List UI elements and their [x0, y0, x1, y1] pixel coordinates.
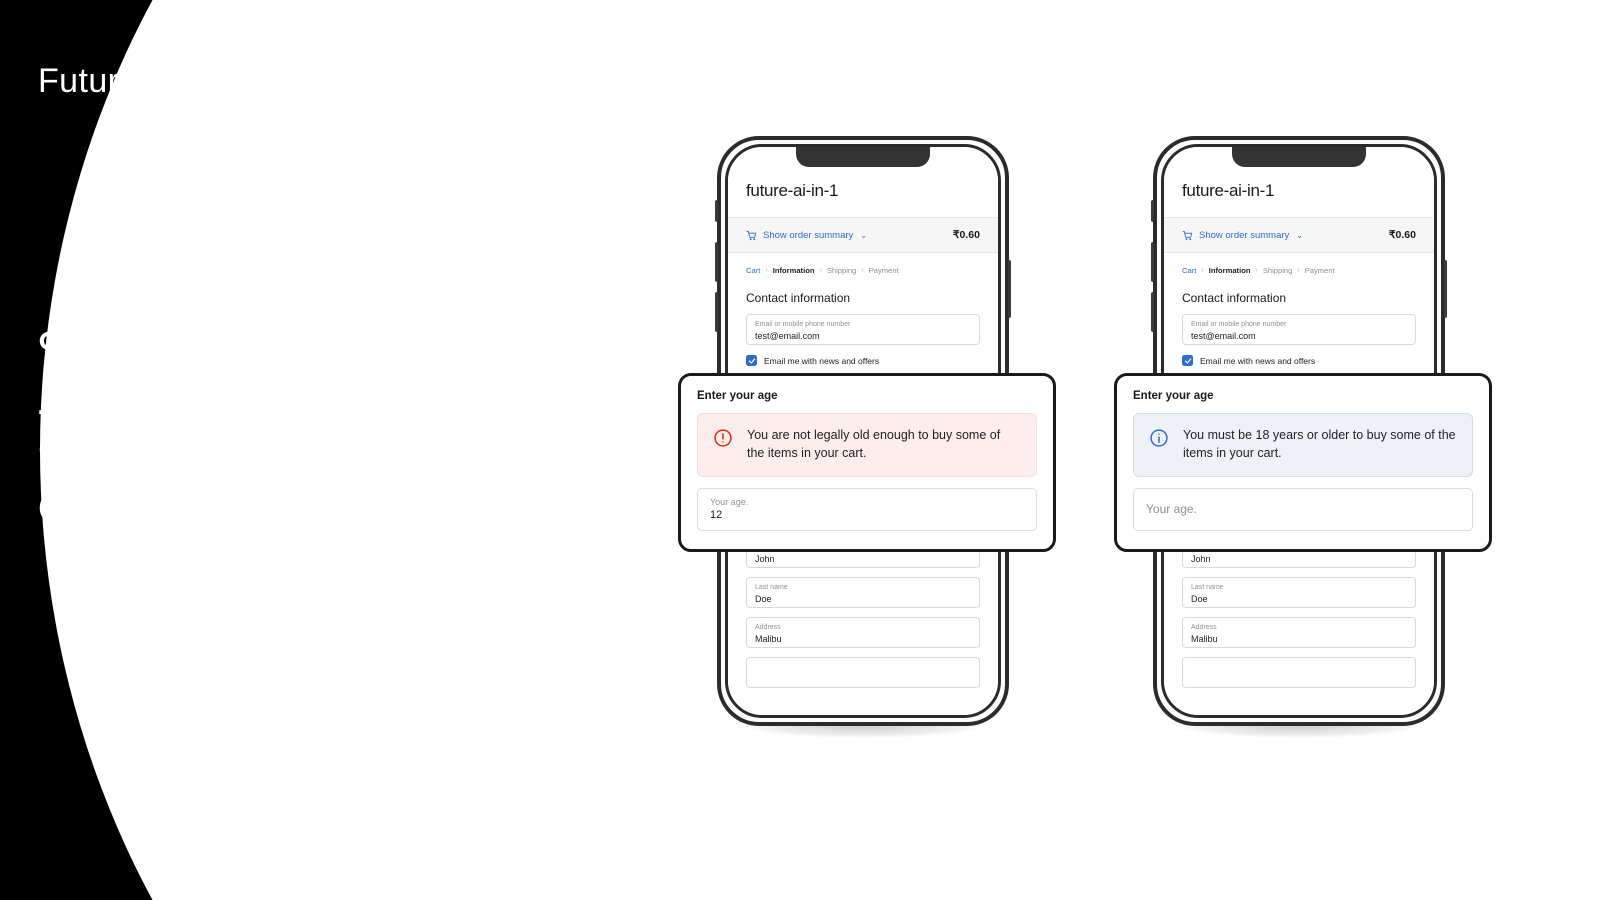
- order-summary-toggle[interactable]: Show order summary ⌄: [1182, 230, 1303, 241]
- slide-canvas: Future AI 연령 입력 필드 고객을 위해 연령 제한 제품의 체크 아…: [0, 0, 1600, 900]
- breadcrumb-separator: ›: [1255, 267, 1258, 274]
- next-field-partial[interactable]: [1182, 657, 1416, 688]
- newsletter-checkbox-row[interactable]: Email me with news and offers: [746, 355, 980, 366]
- address-field-label: Address: [1191, 624, 1217, 631]
- volume-up-button[interactable]: [715, 242, 718, 282]
- chevron-down-icon: ⌄: [1296, 230, 1303, 240]
- newsletter-checkbox-row[interactable]: Email me with news and offers: [1182, 355, 1416, 366]
- breadcrumb: Cart › Information › Shipping › Payment: [746, 266, 980, 275]
- shop-title: future-ai-in-1: [1182, 181, 1275, 200]
- age-input-empty[interactable]: Your age.: [1133, 487, 1473, 531]
- email-field[interactable]: Email or mobile phone number test@email.…: [1182, 314, 1416, 345]
- headline-text: 연령 입력 필드 고객을 위해 연령 제한 제품의 체크 아웃 흐름 차단: [38, 322, 372, 540]
- phone-notch: [796, 147, 930, 167]
- headline-line-3: 연령 제한 제품의 체크: [38, 436, 372, 478]
- address-field-value: Malibu: [755, 634, 782, 645]
- last-name-field[interactable]: Last name Doe: [746, 577, 980, 608]
- age-gate-modal-error: Enter your age You are not legally old e…: [678, 373, 1056, 552]
- volume-up-button[interactable]: [1151, 242, 1154, 282]
- silent-switch-button[interactable]: [1151, 200, 1154, 222]
- contact-information-heading: Contact information: [1182, 291, 1287, 305]
- info-banner-message: You must be 18 years or older to buy som…: [1183, 428, 1456, 460]
- email-field-label: Email or mobile phone number: [1191, 321, 1287, 328]
- address-field-label: Address: [755, 624, 781, 631]
- email-field-value: test@email.com: [1191, 331, 1256, 342]
- age-input-label: Your age.: [710, 496, 749, 507]
- error-banner-message: You are not legally old enough to buy so…: [747, 428, 1001, 460]
- breadcrumb-separator: ›: [861, 267, 864, 274]
- order-total: ₹0.60: [1388, 229, 1416, 241]
- breadcrumb-item-cart[interactable]: Cart: [1182, 266, 1196, 275]
- cart-icon: [746, 230, 757, 241]
- volume-down-button[interactable]: [1151, 292, 1154, 332]
- breadcrumb-separator: ›: [1297, 267, 1300, 274]
- order-summary-toggle[interactable]: Show order summary ⌄: [746, 230, 867, 241]
- newsletter-checkbox-label: Email me with news and offers: [764, 355, 880, 366]
- breadcrumb-separator: ›: [1201, 267, 1204, 274]
- last-name-field-value: Doe: [755, 594, 772, 605]
- headline-line-2: 고객을 위해: [38, 382, 217, 424]
- breadcrumb-item-cart[interactable]: Cart: [746, 266, 760, 275]
- last-name-field-label: Last name: [1191, 584, 1224, 591]
- address-field[interactable]: Address Malibu: [746, 617, 980, 648]
- modal-title: Enter your age: [1133, 390, 1214, 402]
- breadcrumb-separator: ›: [819, 267, 822, 274]
- breadcrumb-item-shipping[interactable]: Shipping: [827, 266, 857, 275]
- order-summary-label: Show order summary: [763, 229, 854, 241]
- headline-line-1: 연령 입력 필드: [38, 328, 261, 369]
- newsletter-checkbox-label: Email me with news and offers: [1200, 355, 1316, 366]
- breadcrumb-item-information[interactable]: Information: [773, 266, 815, 275]
- volume-down-button[interactable]: [715, 292, 718, 332]
- age-input-placeholder: Your age.: [1146, 501, 1197, 516]
- first-name-field-value: John: [755, 554, 775, 565]
- age-gate-modal-info: Enter your age You must be 18 years or o…: [1114, 373, 1492, 552]
- order-summary-bar[interactable]: Show order summary ⌄ ₹0.60: [1164, 217, 1434, 253]
- breadcrumb: Cart › Information › Shipping › Payment: [1182, 266, 1416, 275]
- power-button[interactable]: [1444, 260, 1447, 318]
- breadcrumb-item-payment[interactable]: Payment: [1305, 266, 1335, 275]
- next-field-partial[interactable]: [746, 657, 980, 688]
- shop-title: future-ai-in-1: [746, 181, 839, 200]
- info-circle-icon: [1149, 428, 1169, 448]
- breadcrumb-item-information[interactable]: Information: [1209, 266, 1251, 275]
- checkmark-icon[interactable]: [1182, 355, 1193, 366]
- order-summary-label: Show order summary: [1199, 229, 1290, 241]
- checkmark-icon[interactable]: [746, 355, 757, 366]
- last-name-field-label: Last name: [755, 584, 788, 591]
- email-field[interactable]: Email or mobile phone number test@email.…: [746, 314, 980, 345]
- email-field-label: Email or mobile phone number: [755, 321, 851, 328]
- phone-notch: [1232, 147, 1366, 167]
- address-field[interactable]: Address Malibu: [1182, 617, 1416, 648]
- breadcrumb-separator: ›: [765, 267, 768, 274]
- cart-icon: [1182, 230, 1193, 241]
- brand-logo-text: Future AI: [38, 62, 180, 100]
- first-name-field-value: John: [1191, 554, 1211, 565]
- contact-information-heading: Contact information: [746, 291, 851, 305]
- email-field-value: test@email.com: [755, 331, 820, 342]
- breadcrumb-item-payment[interactable]: Payment: [869, 266, 899, 275]
- chevron-down-icon: ⌄: [860, 230, 867, 240]
- last-name-field[interactable]: Last name Doe: [1182, 577, 1416, 608]
- modal-title: Enter your age: [697, 390, 778, 402]
- address-field-value: Malibu: [1191, 634, 1218, 645]
- order-total: ₹0.60: [952, 229, 980, 241]
- age-input-filled[interactable]: Your age. 12: [697, 487, 1037, 531]
- age-input-value: 12: [710, 508, 723, 521]
- breadcrumb-item-shipping[interactable]: Shipping: [1263, 266, 1293, 275]
- error-banner: You are not legally old enough to buy so…: [697, 413, 1037, 477]
- order-summary-bar[interactable]: Show order summary ⌄ ₹0.60: [728, 217, 998, 253]
- alert-circle-icon: [713, 428, 733, 448]
- headline-line-4: 아웃 흐름 차단: [38, 491, 261, 533]
- power-button[interactable]: [1008, 260, 1011, 318]
- silent-switch-button[interactable]: [715, 200, 718, 222]
- info-banner: You must be 18 years or older to buy som…: [1133, 413, 1473, 477]
- last-name-field-value: Doe: [1191, 594, 1208, 605]
